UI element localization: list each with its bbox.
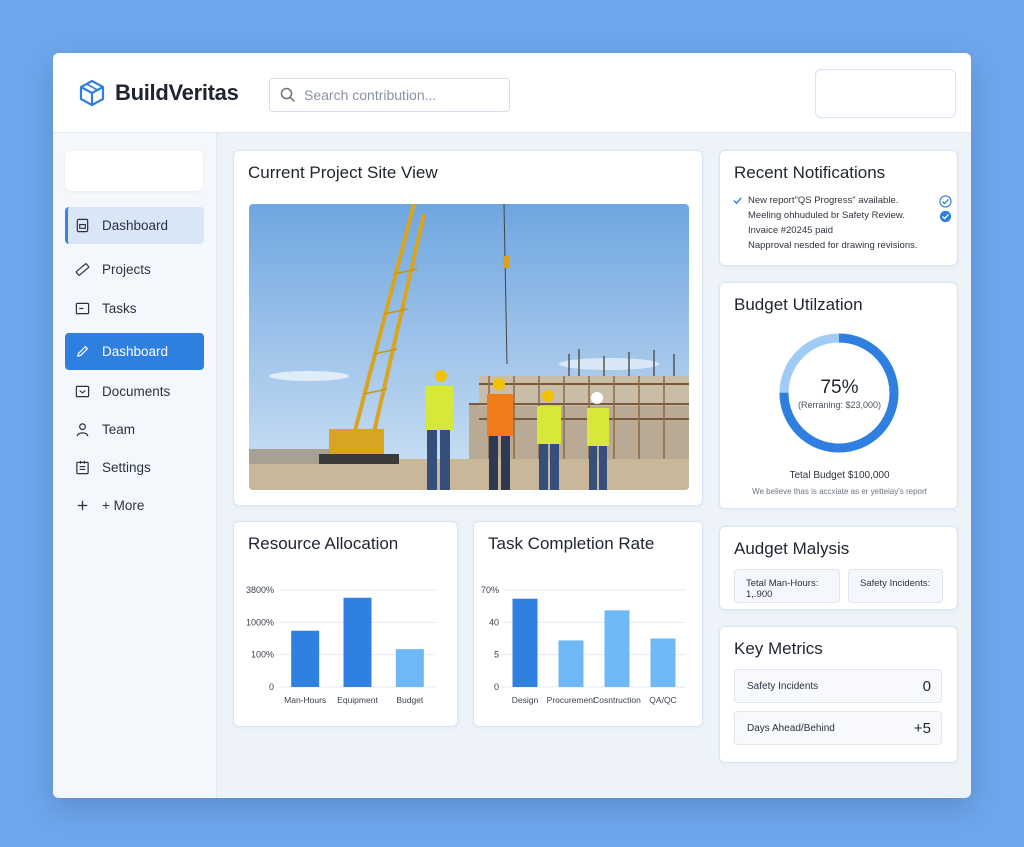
check-icon: [733, 197, 742, 205]
sidebar-item-label: Settings: [102, 460, 151, 475]
notification-text: Meeling ohhuduled br Safety Review.: [748, 210, 905, 221]
budget-note: We believe thas is accxiate as er yettei…: [752, 487, 927, 496]
bar[interactable]: [291, 630, 320, 687]
metric-value: 0: [922, 677, 931, 695]
bar[interactable]: [650, 638, 676, 688]
search-input[interactable]: [304, 87, 494, 103]
safety-incidents-box[interactable]: Safety Incidents:: [848, 569, 943, 603]
sidebar-item-label: Projects: [102, 262, 151, 277]
sidebar-item-team[interactable]: Team: [65, 411, 204, 448]
notifications-title: Recent Notifications: [734, 163, 886, 182]
budget-total: Tetal Budget $100,000: [789, 470, 890, 481]
bar[interactable]: [558, 640, 584, 687]
sidebar-item-label: Dashboard: [102, 218, 169, 233]
top-bar: BuildVeritas: [53, 53, 971, 133]
key-metrics-title: Key Metrics: [734, 639, 823, 658]
app-window: BuildVeritas Dashboard Projects Tasks D: [53, 53, 971, 798]
notification-item[interactable]: New report"QS Progress" available.: [732, 195, 952, 210]
notifications-card: Recent Notifications New report"QS Progr…: [719, 150, 958, 266]
x-tick-label: Man-Hours: [284, 695, 326, 705]
y-tick-label: 70%: [481, 585, 499, 595]
notification-item[interactable]: Invaice #20245 paid: [732, 225, 952, 240]
budget-remaining: (Rerraning: $23,000): [797, 400, 882, 410]
metric-label: Safety Incidents: [747, 680, 819, 692]
ruler-icon: [75, 263, 90, 276]
budget-analysis-title: Audget Malysis: [734, 539, 850, 558]
app-name: BuildVeritas: [115, 80, 239, 105]
x-tick-label: QA/QC: [649, 695, 676, 705]
sidebar-item-settings[interactable]: Settings: [65, 449, 204, 486]
check-circle-icon: [939, 195, 952, 208]
x-tick-label: Equipment: [337, 695, 378, 705]
notification-item[interactable]: Meeling ohhuduled br Safety Review.: [732, 210, 952, 225]
notification-item[interactable]: Napproval nesded for drawing revisions.: [732, 240, 952, 255]
notification-text: Invaice #20245 paid: [748, 225, 834, 236]
documents-icon: [75, 385, 90, 398]
user-icon: [76, 423, 89, 437]
sidebar-item-dashboard[interactable]: Dashboard: [65, 207, 204, 244]
sidebar-item-label: Documents: [102, 384, 171, 399]
task-completion-chart: 70% 40 5 0 Design ProcurementCosntruction QA/Q…: [481, 585, 686, 705]
sidebar-item-projects[interactable]: Projects: [65, 251, 204, 288]
top-right-panel[interactable]: [815, 69, 956, 118]
y-tick-label: 100%: [251, 650, 274, 660]
dashboard-icon: [76, 218, 89, 233]
sidebar-item-tasks[interactable]: Tasks: [65, 290, 204, 327]
bar[interactable]: [343, 597, 372, 687]
sidebar: Dashboard Projects Tasks Dashboard Docum…: [53, 133, 217, 798]
y-tick-label: 40: [489, 617, 499, 627]
budget-utilization-card: Budget Utilzation 75% (Rerraning: $23,00…: [719, 282, 958, 509]
sidebar-item-label: Team: [102, 422, 136, 437]
y-tick-label: 0: [494, 682, 499, 692]
notification-text: New report"QS Progress" available.: [748, 195, 899, 206]
resource-allocation-title: Resource Allocation: [248, 534, 399, 553]
construction-site-image: [249, 204, 689, 490]
task-completion-title: Task Completion Rate: [488, 534, 655, 553]
key-metrics-card: Key Metrics Safety Incidents 0 Days Ahea…: [719, 626, 958, 763]
y-tick-label: 3800%: [246, 585, 274, 595]
bar[interactable]: [512, 598, 538, 687]
x-tick-label: Procurement: [547, 695, 596, 705]
bar[interactable]: [604, 610, 630, 687]
sidebar-header-box: [65, 151, 203, 191]
search-icon: [280, 87, 296, 103]
notification-text: Napproval nesded for drawing revisions.: [748, 240, 918, 251]
sidebar-item-documents[interactable]: Documents: [65, 373, 204, 410]
sidebar-item-label: + More: [102, 498, 145, 513]
budget-title: Budget Utilzation: [734, 295, 863, 314]
settings-icon: [76, 460, 89, 475]
metric-value: +5: [913, 719, 931, 737]
task-completion-card: Task Completion Rate 70% 40 5 0 Design Procur…: [473, 521, 703, 727]
metric-row-days[interactable]: Days Ahead/Behind +5: [734, 711, 942, 745]
man-hours-box[interactable]: Tetal Man-Hours: 1,.900: [734, 569, 840, 603]
resource-allocation-card: Resource Allocation 3800% 1000% 100% 0 Man-H…: [233, 521, 458, 727]
budget-percent: 75%: [820, 377, 859, 398]
notifications-list: New report"QS Progress" available. Meeli…: [732, 195, 952, 255]
sidebar-item-dashboard-active[interactable]: Dashboard: [65, 333, 204, 370]
y-tick-label: 5: [494, 650, 499, 660]
y-tick-label: 1000%: [246, 617, 274, 627]
metric-label: Days Ahead/Behind: [747, 722, 835, 734]
metric-row-safety[interactable]: Safety Incidents 0: [734, 669, 942, 703]
x-tick-label: Budget: [396, 695, 424, 705]
check-circle-icon: [939, 210, 952, 223]
bar[interactable]: [395, 649, 424, 687]
cube-logo-icon: [79, 79, 105, 107]
y-tick-label: 0: [269, 682, 274, 692]
search-box[interactable]: [269, 78, 510, 112]
x-tick-label: Design: [512, 695, 539, 705]
x-tick-label: Cosntruction: [593, 695, 641, 705]
sidebar-item-more[interactable]: + More: [65, 487, 204, 524]
resource-allocation-chart: 3800% 1000% 100% 0 Man-Hours Equipment Budget: [246, 585, 436, 705]
tasks-icon: [75, 302, 90, 315]
site-view-title: Current Project Site View: [248, 163, 438, 182]
logo[interactable]: BuildVeritas: [77, 78, 239, 108]
site-view-card: Current Project Site View: [233, 150, 703, 506]
sidebar-item-label: Dashboard: [102, 344, 169, 359]
plus-icon: [77, 500, 88, 511]
budget-analysis-card: Audget Malysis Tetal Man-Hours: 1,.900 S…: [719, 526, 958, 610]
sidebar-item-label: Tasks: [102, 301, 137, 316]
site-photo[interactable]: [249, 204, 689, 490]
pencil-icon: [77, 346, 88, 357]
